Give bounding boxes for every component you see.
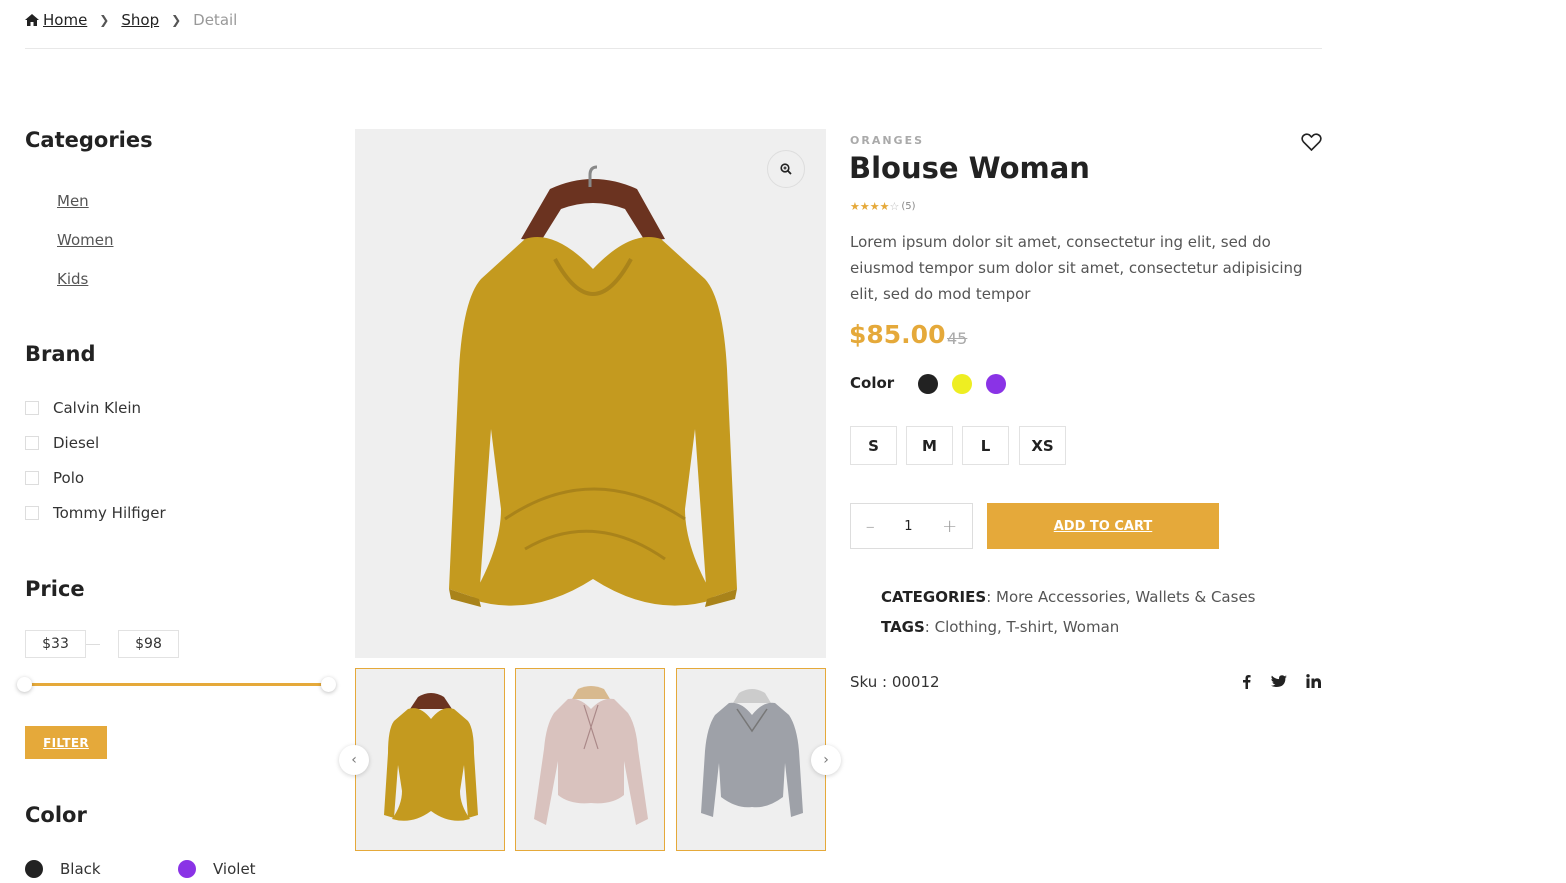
filter-button[interactable]: FILTER	[25, 726, 107, 759]
facebook-icon[interactable]	[1238, 673, 1254, 689]
divider	[25, 48, 1322, 49]
color-label: Color	[850, 374, 895, 392]
breadcrumb-current: Detail	[193, 11, 238, 29]
categories-heading: Categories	[25, 128, 153, 152]
breadcrumb-shop-link[interactable]: Shop	[121, 11, 159, 29]
color-filter-black[interactable]: Black	[25, 860, 101, 878]
product-main-image[interactable]	[355, 129, 826, 658]
product-sku: Sku : 00012	[850, 673, 940, 691]
star-empty-icon: ☆	[889, 200, 900, 213]
breadcrumb: Home ❯ Shop ❯ Detail	[25, 11, 237, 29]
category-link-kids[interactable]: Kids	[57, 270, 88, 288]
twitter-icon[interactable]	[1271, 673, 1287, 689]
home-icon	[25, 14, 39, 26]
thumbnail-image	[384, 693, 478, 821]
heart-icon[interactable]	[1301, 133, 1322, 152]
price-slider-track[interactable]	[25, 683, 329, 686]
product-brand: ORANGES	[850, 134, 925, 147]
star-icon: ★	[879, 200, 890, 213]
product-categories: CATEGORIES: More Accessories, Wallets & …	[881, 588, 1255, 606]
category-link-women[interactable]: Women	[57, 231, 113, 249]
category-link-men[interactable]: Men	[57, 192, 89, 210]
thumbnail-next-button[interactable]: ›	[811, 745, 841, 775]
price-range-dash	[86, 644, 100, 645]
color-swatch-violet[interactable]	[986, 374, 1006, 394]
color-swatch-yellow[interactable]	[952, 374, 972, 394]
product-price: $85.00	[849, 320, 946, 349]
color-filter-label: Black	[60, 860, 101, 878]
linkedin-icon[interactable]	[1305, 673, 1321, 689]
color-swatch-black[interactable]	[918, 374, 938, 394]
color-dot	[25, 860, 43, 878]
categories-label: CATEGORIES	[881, 588, 987, 606]
brand-checkbox[interactable]	[25, 506, 39, 520]
zoom-icon	[780, 163, 792, 175]
price-max-field[interactable]: $98	[118, 630, 179, 658]
product-description: Lorem ipsum dolor sit amet, consectetur …	[850, 233, 1303, 303]
size-option-xs[interactable]: XS	[1019, 426, 1066, 465]
thumbnail-pink[interactable]	[515, 668, 665, 851]
brand-option[interactable]: Polo	[25, 469, 84, 487]
star-icon: ★	[850, 200, 860, 213]
categories-value: : More Accessories, Wallets & Cases	[986, 588, 1256, 606]
brand-option[interactable]: Tommy Hilfiger	[25, 504, 166, 522]
chevron-right-icon: ❯	[171, 13, 182, 27]
price-min-field[interactable]: $33	[25, 630, 86, 658]
price-heading: Price	[25, 577, 85, 601]
thumbnail-image	[534, 686, 648, 825]
brand-checkbox[interactable]	[25, 436, 39, 450]
quantity-value[interactable]: 1	[904, 519, 912, 534]
star-icon: ★	[859, 200, 870, 213]
color-heading: Color	[25, 803, 87, 827]
brand-checkbox[interactable]	[25, 471, 39, 485]
thumbnail-grey[interactable]	[676, 668, 826, 851]
color-filter-violet[interactable]: Violet	[178, 860, 256, 878]
brand-heading: Brand	[25, 342, 96, 366]
thumbnail-mustard[interactable]	[355, 668, 505, 851]
rating-count: (5)	[901, 201, 916, 212]
price-slider-max-handle[interactable]	[321, 677, 336, 692]
chevron-right-icon: ❯	[99, 13, 110, 27]
chevron-left-icon: ‹	[351, 752, 357, 768]
thumbnail-image	[701, 689, 803, 817]
product-rating: ★ ★ ★ ★ ☆ (5)	[850, 201, 916, 212]
brand-label: Tommy Hilfiger	[53, 504, 166, 522]
product-tags: TAGS: Clothing, T-shirt, Woman	[881, 618, 1119, 636]
color-filter-label: Violet	[213, 860, 256, 878]
product-title: Blouse Woman	[849, 151, 1090, 185]
add-to-cart-button[interactable]: ADD TO CART	[987, 503, 1219, 549]
size-option-l[interactable]: L	[962, 426, 1009, 465]
star-icon: ★	[869, 200, 880, 213]
brand-label: Diesel	[53, 434, 100, 452]
brand-option[interactable]: Diesel	[25, 434, 99, 452]
product-old-price: 45	[947, 329, 968, 348]
color-dot	[178, 860, 196, 878]
quantity-stepper: – 1 +	[850, 503, 973, 549]
size-option-m[interactable]: M	[906, 426, 953, 465]
tags-label: TAGS	[881, 618, 925, 636]
quantity-increase-button[interactable]: +	[942, 516, 957, 537]
thumbnail-prev-button[interactable]: ‹	[339, 745, 369, 775]
price-slider-min-handle[interactable]	[17, 677, 32, 692]
brand-label: Polo	[53, 469, 85, 487]
breadcrumb-home-link[interactable]: Home	[43, 11, 87, 29]
sweater-image	[449, 165, 737, 607]
brand-label: Calvin Klein	[53, 399, 142, 417]
tags-value: : Clothing, T-shirt, Woman	[924, 618, 1120, 636]
quantity-decrease-button[interactable]: –	[866, 516, 875, 537]
chevron-right-icon: ›	[823, 752, 829, 768]
brand-option[interactable]: Calvin Klein	[25, 399, 141, 417]
zoom-button[interactable]	[767, 150, 805, 188]
brand-checkbox[interactable]	[25, 401, 39, 415]
size-option-s[interactable]: S	[850, 426, 897, 465]
